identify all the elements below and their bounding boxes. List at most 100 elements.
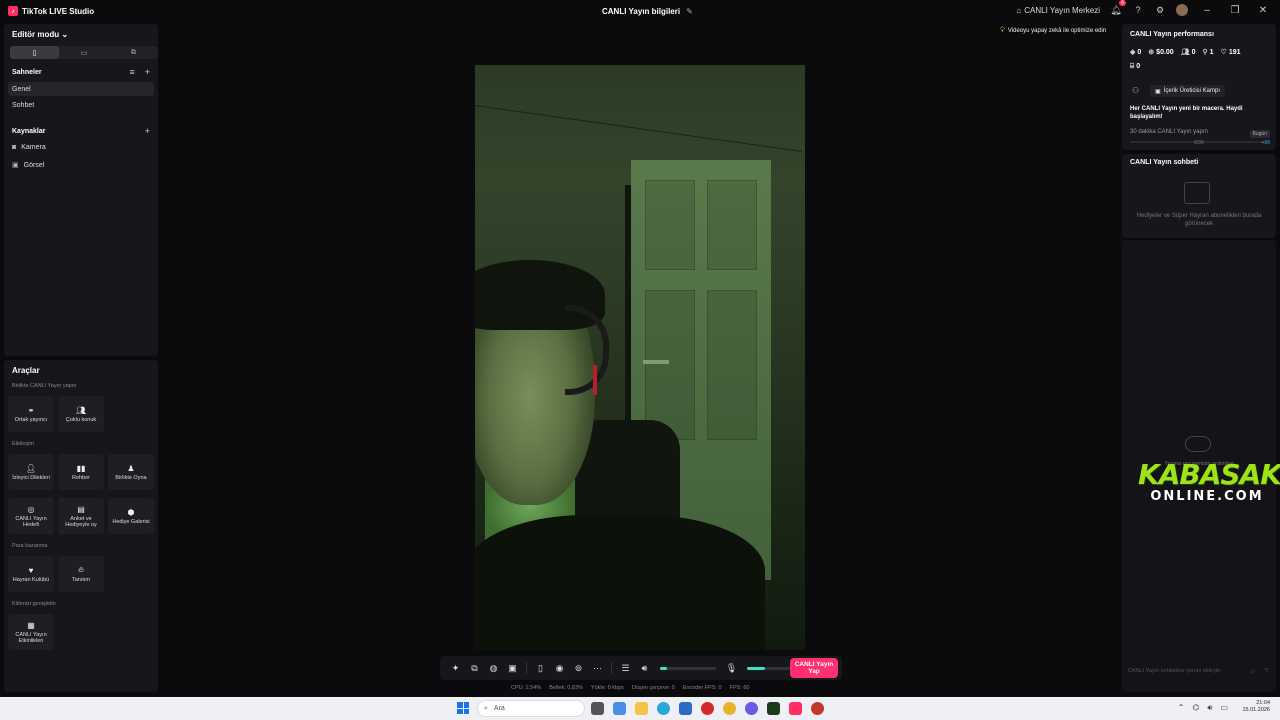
live-events-button[interactable]: ▦ CANLI Yayın Etkinlikleri bbox=[8, 614, 54, 650]
live-center-label: CANLI Yayın Merkezi bbox=[1024, 5, 1100, 15]
coin-icon: ⊕ bbox=[1148, 49, 1155, 56]
add-source-icon[interactable]: + bbox=[145, 126, 150, 136]
notification-bell-icon[interactable]: 🔔︎ 6 bbox=[1110, 0, 1126, 16]
stats-row-2: ⌸ 0 bbox=[1130, 63, 1140, 71]
add-scene-icon[interactable]: + bbox=[145, 67, 150, 77]
taskbar-search[interactable]: ⌕ Ara bbox=[477, 700, 585, 717]
file-explorer-icon[interactable] bbox=[635, 702, 648, 715]
mixer-icon[interactable]: ☰ bbox=[616, 659, 635, 677]
door-panel bbox=[707, 180, 757, 270]
chat-input[interactable]: CANLI Yayın sohbetine yorum ekleyin bbox=[1128, 668, 1248, 674]
terminal-icon[interactable] bbox=[767, 702, 780, 715]
windows-start-icon[interactable] bbox=[457, 702, 469, 714]
clock[interactable]: 21:04 15.01.2026 bbox=[1242, 700, 1270, 714]
send-icon[interactable]: ? bbox=[1264, 668, 1268, 675]
emoji-icon[interactable]: ☺ bbox=[1249, 668, 1256, 675]
more-icon[interactable]: ⋯ bbox=[588, 659, 607, 677]
chat-title: CANLI Yayın sohbeti bbox=[1130, 159, 1199, 166]
live-center-button[interactable]: ⌂ CANLI Yayın Merkezi bbox=[1016, 6, 1100, 15]
chrome-icon[interactable] bbox=[723, 702, 736, 715]
record-icon[interactable]: ◉ bbox=[550, 659, 569, 677]
title-bar: ♪ TikTok LIVE Studio CANLI Yayın bilgile… bbox=[0, 0, 1280, 24]
fan-club-button[interactable]: ♥ Hayran Kulübü bbox=[8, 556, 54, 592]
tool-label: CANLI Yayın Etkinlikleri bbox=[15, 631, 47, 644]
go-live-button[interactable]: CANLI Yayın Yap bbox=[790, 658, 838, 678]
watermark-top: KABASAKAL bbox=[1138, 458, 1280, 491]
gift-icon: ⌸ bbox=[1130, 63, 1135, 70]
discord-icon[interactable] bbox=[745, 702, 758, 715]
avatar[interactable] bbox=[1176, 4, 1188, 16]
source-item-camera[interactable]: ◙ Kamera bbox=[12, 144, 46, 151]
camera-icon: ◙ bbox=[12, 144, 17, 151]
play-together-button[interactable]: ♟ Birlikte Oyna bbox=[108, 454, 154, 490]
portrait-mode-icon[interactable]: ▯ bbox=[10, 46, 60, 59]
door-handle bbox=[643, 360, 669, 364]
edge-icon[interactable] bbox=[657, 702, 670, 715]
volume-slider[interactable] bbox=[660, 666, 716, 670]
battery-icon[interactable]: ▭ bbox=[1220, 703, 1228, 713]
performance-panel: CANLI Yayın performansı ◆ 0 ⊕ $0.00 👥︎ 0 ⚲ 1… bbox=[1122, 24, 1276, 150]
tool-label: Rehber bbox=[71, 474, 91, 481]
live-goal-button[interactable]: ◎ CANLI Yayın Hedefi bbox=[8, 498, 54, 534]
gift-icon: ⬢ bbox=[127, 507, 135, 517]
replay-icon[interactable]: ⊚ bbox=[569, 659, 588, 677]
heart-icon: ♡ bbox=[1220, 49, 1227, 56]
task-text: 30 dakika CANLI Yayın yapın bbox=[1130, 129, 1208, 135]
effects-icon[interactable]: ⧉ bbox=[465, 659, 484, 677]
microphone-icon[interactable]: 🎙︎ bbox=[722, 659, 741, 677]
settings-gear-icon[interactable]: ⚙ bbox=[1154, 4, 1166, 16]
chevron-down-icon: ⌄ bbox=[61, 30, 69, 39]
multiguest-button[interactable]: 👥︎ Çoklu konuk bbox=[58, 396, 104, 432]
money-stat: ⊕ $0.00 bbox=[1148, 49, 1174, 56]
phone-icon[interactable]: ▯ bbox=[531, 659, 550, 677]
optimize-video-button[interactable]: 💡︎ Videoyu yapay zekâ ile optimize edin bbox=[1000, 25, 1106, 37]
minimize-icon[interactable]: – bbox=[1198, 5, 1216, 16]
task-view-icon[interactable] bbox=[591, 702, 604, 715]
flame-icon: 🔥︎ bbox=[78, 565, 84, 574]
filter-icon[interactable]: ◍ bbox=[484, 659, 503, 677]
restore-icon[interactable]: ❐ bbox=[1226, 5, 1244, 16]
guide-button[interactable]: ▮▮ Rehber bbox=[58, 454, 104, 490]
scene-item-chat[interactable]: Sohbet bbox=[8, 98, 154, 112]
poll-button[interactable]: ▤ Anket ve Hediyeyle oy bbox=[58, 498, 104, 534]
opera-icon[interactable] bbox=[701, 702, 714, 715]
group-label-together: Birlikte CANLI Yayın yapın bbox=[12, 383, 77, 389]
list-icon[interactable]: ≡ bbox=[129, 67, 134, 77]
source-label: Görsel bbox=[23, 161, 45, 169]
cohost-button[interactable]: ⚭ Ortak yayıncı bbox=[8, 396, 54, 432]
title-bar-actions: ⌂ CANLI Yayın Merkezi 🔔︎ 6 ? ⚙ – ❐ ✕ bbox=[1016, 0, 1272, 16]
store-icon[interactable] bbox=[679, 702, 692, 715]
copilot-icon[interactable] bbox=[613, 702, 626, 715]
creator-camp-button[interactable]: ▣ İçerik Üreticisi Kampı bbox=[1150, 85, 1226, 97]
app-icon[interactable] bbox=[811, 702, 824, 715]
fps-status: FPS: 60 bbox=[729, 685, 750, 691]
stream-info-button[interactable]: CANLI Yayın bilgileri ✎ bbox=[602, 7, 693, 16]
tiktok-live-icon[interactable] bbox=[789, 702, 802, 715]
dual-mode-icon[interactable]: ⧉ bbox=[109, 46, 158, 59]
layout-icon[interactable]: ▣ bbox=[503, 659, 522, 677]
group-label-monetize: Para kazanma bbox=[12, 543, 48, 549]
chevron-up-icon[interactable]: ⌃ bbox=[1178, 703, 1185, 713]
viewer-wishes-button[interactable]: 👤︎ İzleyici Dilekleri bbox=[8, 454, 54, 490]
watermark-logo: KABASAKAL ONLINE.COM bbox=[1138, 458, 1280, 504]
optimize-label: Videoyu yapay zekâ ile optimize edin bbox=[1007, 28, 1107, 34]
scene-item-general[interactable]: Genel bbox=[8, 82, 154, 96]
landscape-mode-icon[interactable]: ▭ bbox=[59, 46, 108, 59]
source-item-image[interactable]: ▣ Görsel bbox=[12, 161, 45, 170]
tiktok-logo-icon: ♪ bbox=[8, 6, 18, 16]
gem-icon: ◆ bbox=[1130, 49, 1136, 56]
gifts-stat: ⌸ 0 bbox=[1130, 63, 1141, 70]
promote-button[interactable]: 🔥︎ Tanıtım bbox=[58, 556, 104, 592]
tool-label: Tanıtım bbox=[71, 577, 91, 583]
network-icon[interactable]: ⌬ bbox=[1192, 703, 1199, 713]
volume-icon[interactable]: 🔊︎ bbox=[1207, 703, 1212, 713]
book-icon: ▮▮ bbox=[76, 463, 86, 473]
editor-mode-dropdown[interactable]: Editör modu ⌄ bbox=[12, 30, 68, 39]
gift-gallery-button[interactable]: ⬢ Hediye Galerisi bbox=[108, 498, 154, 534]
chat-bubble-icon bbox=[1185, 436, 1211, 452]
close-icon[interactable]: ✕ bbox=[1254, 5, 1272, 16]
magic-wand-icon[interactable]: ✦ bbox=[446, 659, 465, 677]
speaker-icon[interactable]: 🔊︎ bbox=[635, 659, 654, 677]
help-icon[interactable]: ? bbox=[1132, 4, 1144, 16]
stats-row: ◆ 0 ⊕ $0.00 👥︎ 0 ⚲ 1 ♡ 191 bbox=[1130, 48, 1241, 56]
